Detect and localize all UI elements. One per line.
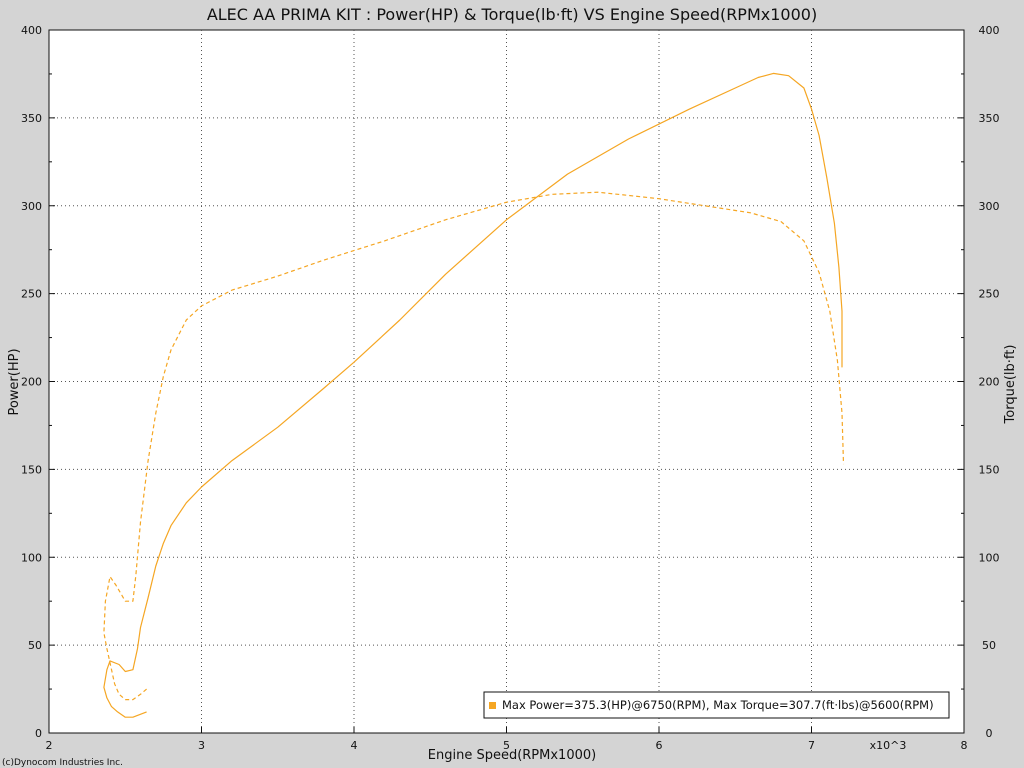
y2-tick-label: 200 [979,376,1000,389]
y2-tick-label: 0 [986,727,993,740]
y-tick-label: 350 [21,112,42,125]
copyright-text: (c)Dynocom Industries Inc. [2,758,123,768]
y2-tick-label: 50 [982,639,996,652]
y-tick-label: 150 [21,463,42,476]
y-tick-label: 300 [21,200,42,213]
y2-tick-label: 300 [979,200,1000,213]
y2-tick-label: 250 [979,288,1000,301]
y2-tick-label: 100 [979,551,1000,564]
x-tick-label: 3 [198,739,205,752]
legend-label: Max Power=375.3(HP)@6750(RPM), Max Torqu… [502,698,934,712]
y-tick-label: 100 [21,551,42,564]
x-tick-label: 2 [46,739,53,752]
chart: ALEC AA PRIMA KIT : Power(HP) & Torque(l… [2,5,1018,768]
y-tick-label: 250 [21,288,42,301]
x-multiplier-label: x10^3 [870,739,907,752]
y-axis-label: Power(HP) [7,348,22,415]
y2-tick-label: 150 [979,463,1000,476]
y2-tick-label: 400 [979,24,1000,37]
x-tick-label: 6 [656,739,663,752]
y-tick-label: 0 [35,727,42,740]
legend-swatch [489,702,496,709]
y-tick-label: 200 [21,376,42,389]
y2-axis-label: Torque(lb·ft) [1003,345,1018,425]
chart-title: ALEC AA PRIMA KIT : Power(HP) & Torque(l… [207,5,817,24]
plot-area [48,29,965,734]
x-tick-label: 4 [351,739,358,752]
x-tick-label: 8 [961,739,968,752]
y2-tick-label: 350 [979,112,1000,125]
y-tick-label: 400 [21,24,42,37]
legend: Max Power=375.3(HP)@6750(RPM), Max Torqu… [483,691,950,719]
x-axis-label: Engine Speed(RPMx1000) [428,748,596,763]
x-tick-label: 7 [808,739,815,752]
y-tick-label: 50 [28,639,42,652]
